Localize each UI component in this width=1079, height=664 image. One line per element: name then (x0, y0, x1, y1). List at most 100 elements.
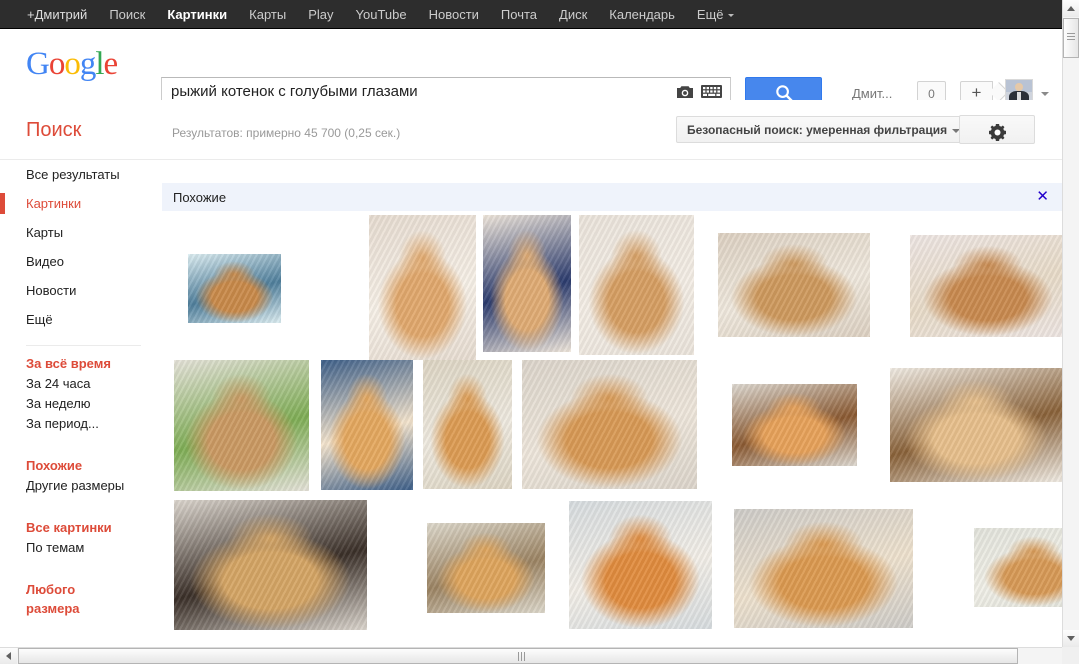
chevron-down-icon[interactable] (1041, 92, 1049, 96)
result-stats: Результатов: примерно 45 700 (0,25 сек.) (172, 126, 401, 140)
image-thumbnail-two-ginger-kittens-playing[interactable] (910, 235, 1062, 337)
scroll-left-arrow-icon[interactable] (0, 648, 17, 664)
image-thumbnail-ginger-kitten-sitting-blue-background[interactable] (321, 360, 413, 490)
image-row-1 (162, 360, 1062, 500)
vertical-scrollbar[interactable] (1062, 0, 1079, 647)
image-results-grid (162, 215, 1062, 635)
sidebar-item-3[interactable]: Видео (0, 247, 155, 276)
navbar-item-2[interactable]: Картинки (156, 0, 238, 29)
search-results-area: Похожие ✕ (155, 160, 1062, 640)
scrollbar-grip (1067, 33, 1075, 40)
image-thumbnail-ginger-white-cat-crouching[interactable] (369, 215, 476, 360)
sidebar-filter-head-0[interactable]: За всё время (0, 354, 155, 374)
navbar-item-1[interactable]: Поиск (98, 0, 156, 29)
thumbnail-texture (423, 360, 512, 489)
thumbnail-texture (910, 235, 1062, 337)
scroll-up-arrow-icon[interactable] (1063, 0, 1079, 17)
image-row-2 (162, 500, 1062, 635)
image-thumbnail-ginger-tabby-cat-portrait[interactable] (732, 384, 857, 466)
scrollbar-corner (1062, 647, 1079, 664)
sidebar-filter-option-2-0[interactable]: По темам (0, 538, 155, 558)
thumbnail-texture (734, 509, 913, 628)
thumbnail-texture (483, 215, 571, 352)
thumbnail-texture (974, 528, 1062, 607)
thumbnail-texture (579, 215, 694, 355)
thumbnail-texture (174, 360, 309, 491)
sidebar-divider (26, 345, 141, 346)
logo-letter-l: l (95, 46, 104, 82)
sidebar-item-1[interactable]: Картинки (0, 189, 155, 218)
safesearch-label: Безопасный поиск: умеренная фильтрация (687, 123, 948, 137)
sidebar-filter-head-2[interactable]: Все картинки (0, 518, 155, 538)
sidebar-item-0[interactable]: Все результаты (0, 160, 155, 189)
logo-letter-G: G (26, 46, 50, 82)
logo-letter-o1: o (48, 46, 65, 82)
image-thumbnail-ginger-kitten-looking-up[interactable] (423, 360, 512, 489)
image-thumbnail-fluffy-ginger-persian-cat-by-plant[interactable] (174, 360, 309, 491)
thumbnail-texture (890, 368, 1062, 482)
thumbnail-texture (369, 215, 476, 360)
image-thumbnail-fluffy-ginger-cat-lying[interactable] (718, 233, 870, 337)
related-images-bar: Похожие ✕ (162, 183, 1062, 211)
image-thumbnail-ginger-kitten-lying-on-blanket[interactable] (974, 528, 1062, 607)
keyboard-icon[interactable] (701, 85, 722, 98)
sidebar-filter-option-0-2[interactable]: За период... (0, 414, 155, 434)
navbar-item-9[interactable]: Календарь (598, 0, 686, 29)
sidebar-filter-head-1[interactable]: Похожие (0, 456, 155, 476)
vertical-scrollbar-thumb[interactable] (1063, 18, 1079, 58)
image-thumbnail-ginger-kitten-on-blue-blanket[interactable] (188, 254, 281, 323)
page-title: Поиск (26, 119, 82, 141)
safesearch-dropdown[interactable]: Безопасный поиск: умеренная фильтрация (676, 116, 972, 143)
thumbnail-texture (569, 501, 712, 629)
thumbnail-texture (427, 523, 545, 613)
account-name[interactable]: Дмит... (852, 86, 892, 101)
image-thumbnail-fluffy-ginger-cat-on-scratching-post[interactable] (427, 523, 545, 613)
sidebar-item-2[interactable]: Карты (0, 218, 155, 247)
camera-icon[interactable] (676, 84, 694, 99)
sidebar-filter-option-0-1[interactable]: За неделю (0, 394, 155, 414)
gear-icon (989, 124, 1006, 141)
navbar-item-5[interactable]: YouTube (345, 0, 418, 29)
sidebar-item-4[interactable]: Новости (0, 276, 155, 305)
close-icon[interactable]: ✕ (1036, 187, 1049, 206)
sidebar-filter-option-0-0[interactable]: За 24 часа (0, 374, 155, 394)
thumbnail-texture (174, 500, 367, 630)
thumbnail-texture (321, 360, 413, 490)
sidebar-item-5[interactable]: Ещё (0, 305, 155, 334)
horizontal-scrollbar-thumb[interactable] (18, 648, 1018, 664)
navbar-item-4[interactable]: Play (297, 0, 344, 29)
image-thumbnail-ginger-white-kitten-closeup[interactable] (569, 501, 712, 629)
navbar-item-8[interactable]: Диск (548, 0, 598, 29)
logo-letter-g: g (79, 46, 96, 82)
thumbnail-texture (522, 360, 697, 489)
image-thumbnail-two-kittens-nuzzling[interactable] (734, 509, 913, 628)
chevron-down-icon (727, 13, 734, 17)
thumbnail-texture (188, 254, 281, 323)
google-logo[interactable]: Google (26, 46, 119, 83)
image-row-0 (162, 215, 1062, 360)
thumbnail-texture (718, 233, 870, 337)
scroll-down-arrow-icon[interactable] (1063, 630, 1079, 647)
sidebar-filter-head-3[interactable]: Любого размера (0, 580, 116, 618)
image-thumbnail-fluffy-ginger-persian-kitten[interactable] (579, 215, 694, 355)
google-top-navbar: +Дмитрий Поиск Картинки Карты Play YouTube Нов… (0, 0, 1079, 29)
logo-letter-e: e (103, 46, 119, 82)
navbar-item-0[interactable]: +Дмитрий (16, 0, 98, 29)
logo-letter-o2: o (64, 46, 80, 82)
image-thumbnail-two-ginger-kittens-sleeping[interactable] (890, 368, 1062, 482)
navbar-item-6[interactable]: Новости (418, 0, 490, 29)
navbar-item-3[interactable]: Карты (238, 0, 297, 29)
settings-button[interactable] (959, 115, 1035, 144)
image-thumbnail-ginger-cat-sleeping-on-floor[interactable] (522, 360, 697, 489)
thumbnail-texture (732, 384, 857, 466)
scrollbar-grip (518, 652, 525, 661)
related-images-label: Похожие (173, 189, 227, 205)
image-thumbnail-ginger-cat-and-dog-cuddling[interactable] (174, 500, 367, 630)
horizontal-scrollbar[interactable] (0, 647, 1079, 664)
navbar-item-10[interactable]: Ещё (686, 0, 745, 29)
image-thumbnail-ginger-kitten-standing[interactable] (483, 215, 571, 352)
sidebar-filter-option-1-0[interactable]: Другие размеры (0, 476, 155, 496)
navbar-item-7[interactable]: Почта (490, 0, 548, 29)
